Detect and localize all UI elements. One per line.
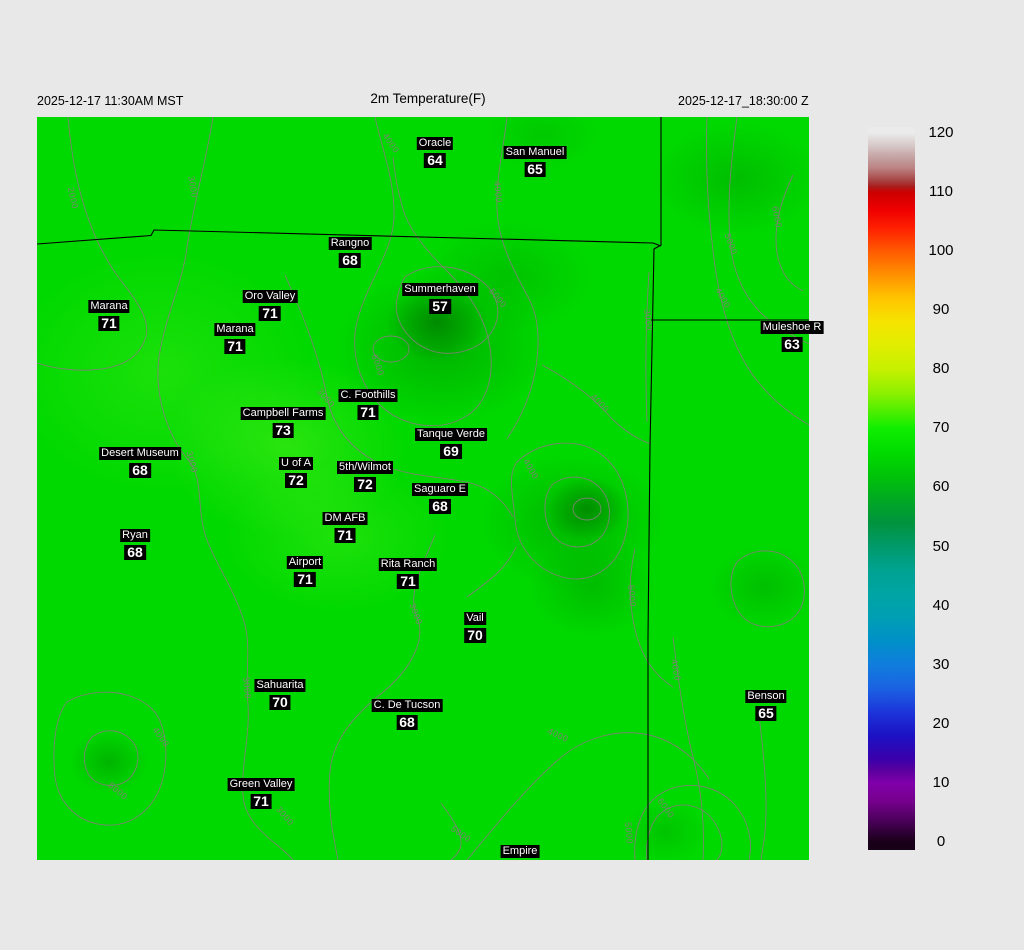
colorbar-tick-20: 20	[932, 714, 950, 732]
station-tanque-verde: Tanque Verde 69	[415, 428, 487, 459]
station-dm-afb: DM AFB 71	[322, 512, 368, 543]
station-temp: 65	[524, 162, 546, 177]
colorbar-tick-90: 90	[932, 301, 950, 319]
station-rita-ranch: Rita Ranch 71	[378, 558, 438, 589]
station-name: Marana	[214, 323, 256, 336]
station-name: Rangno	[328, 237, 372, 250]
station-temp: 68	[396, 715, 418, 730]
station-temp: 70	[269, 695, 291, 710]
station-name: Empire	[500, 845, 540, 858]
station-name: Tanque Verde	[415, 428, 487, 441]
station-name: C. Foothills	[338, 389, 398, 402]
contour-elevation-label: 5000	[623, 821, 635, 845]
station-name: Rita Ranch	[378, 558, 438, 571]
station-name: Summerhaven	[402, 283, 478, 296]
station-temp: 71	[98, 316, 120, 331]
station-ryan: Ryan 68	[120, 529, 150, 560]
colorbar-tick-80: 80	[932, 360, 950, 378]
colorbar-tick-110: 110	[929, 183, 953, 201]
station-temp: 70	[464, 628, 486, 643]
station-temp: 68	[129, 463, 151, 478]
station-muleshoe-r: Muleshoe R 63	[760, 321, 824, 352]
station-green-valley: Green Valley 71	[227, 778, 295, 809]
station-temp: 68	[429, 499, 451, 514]
station-vail: Vail 70	[464, 612, 486, 643]
station-sahuarita: Sahuarita 70	[254, 679, 306, 710]
colorbar-tick-30: 30	[932, 655, 950, 673]
station-name: Marana	[88, 300, 130, 313]
station-c-foothills: C. Foothills 71	[338, 389, 398, 420]
station-marana: Marana 71	[214, 323, 256, 354]
colorbar-tick-0: 0	[936, 832, 946, 850]
map-title: 2m Temperature(F)	[370, 91, 486, 106]
station-temp: 63	[781, 337, 803, 352]
temperature-map: 2000 3000 4000 4000 3000 6000 5000 4000 4000 3000…	[37, 117, 824, 860]
station-name: DM AFB	[322, 512, 368, 525]
station-temp: 65	[755, 706, 777, 721]
station-name: Saguaro E	[412, 483, 468, 496]
colorbar-tick-120: 120	[928, 124, 954, 141]
station-summerhaven: Summerhaven 57	[402, 283, 478, 314]
station-temp: 68	[124, 545, 146, 560]
station-name: 5th/Wilmot	[337, 461, 393, 474]
station-rangno: Rangno 68	[328, 237, 372, 268]
station-temp: 71	[397, 574, 419, 589]
station-name: U of A	[279, 457, 313, 470]
station-san-manuel: San Manuel 65	[503, 146, 567, 177]
left-timestamp: 2025-12-17 11:30AM MST	[37, 94, 184, 108]
station-temp: 71	[294, 572, 316, 587]
station-name: Green Valley	[227, 778, 295, 791]
station-name: Airport	[286, 556, 324, 569]
station-saguaro-e: Saguaro E 68	[412, 483, 468, 514]
station-benson: Benson 65	[745, 690, 787, 721]
station-name: Muleshoe R	[760, 321, 824, 334]
temperature-colorbar	[868, 127, 915, 850]
station-name: Oracle	[416, 137, 454, 150]
right-timestamp: 2025-12-17_18:30:00 Z	[678, 94, 809, 108]
station-temp: 72	[354, 477, 376, 492]
station-temp: 68	[339, 253, 361, 268]
station-temp: 71	[224, 339, 246, 354]
station-temp: 72	[285, 473, 307, 488]
station-name: Vail	[464, 612, 486, 625]
station-temp: 73	[272, 423, 294, 438]
station-name: San Manuel	[503, 146, 567, 159]
station-temp: 64	[424, 153, 446, 168]
station-desert-museum: Desert Museum 68	[99, 447, 181, 478]
contour-elevation-label: 3000	[241, 676, 253, 700]
station-c-de-tucson: C. De Tucson 68	[371, 699, 443, 730]
station-temp: 69	[440, 444, 462, 459]
station-name: Desert Museum	[99, 447, 181, 460]
colorbar-tick-labels: 120 110 100 90 80 70 60 50 40 30 20 10 0	[919, 124, 963, 850]
colorbar-tick-70: 70	[932, 419, 950, 437]
station-name: C. De Tucson	[371, 699, 443, 712]
station-temp: 71	[259, 306, 281, 321]
station-empire: Empire	[500, 845, 540, 858]
station-airport: Airport 71	[286, 556, 324, 587]
station-campbell-farms: Campbell Farms 73	[240, 407, 326, 438]
station-oracle: Oracle 64	[416, 137, 454, 168]
station-u-of-a: U of A 72	[279, 457, 313, 488]
colorbar-tick-50: 50	[932, 537, 950, 555]
station-5th-wilmot: 5th/Wilmot 72	[337, 461, 393, 492]
station-name: Campbell Farms	[240, 407, 326, 420]
station-temp: 71	[250, 794, 272, 809]
colorbar-tick-100: 100	[928, 242, 954, 260]
station-temp: 71	[357, 405, 379, 420]
station-name: Ryan	[120, 529, 150, 542]
colorbar-tick-40: 40	[932, 596, 950, 614]
contour-elevation-label: 3000	[642, 308, 654, 332]
station-oro-valley: Oro Valley 71	[242, 290, 298, 321]
station-name: Sahuarita	[254, 679, 306, 692]
colorbar-tick-60: 60	[932, 478, 950, 496]
station-marana: Marana 71	[88, 300, 130, 331]
station-name: Benson	[745, 690, 787, 703]
station-name: Oro Valley	[242, 290, 298, 303]
contour-elevation-label: 5000	[626, 584, 638, 608]
station-temp: 57	[429, 299, 451, 314]
station-temp: 71	[334, 528, 356, 543]
colorbar-tick-10: 10	[932, 773, 950, 791]
contour-elevation-label: 4000	[492, 180, 504, 204]
